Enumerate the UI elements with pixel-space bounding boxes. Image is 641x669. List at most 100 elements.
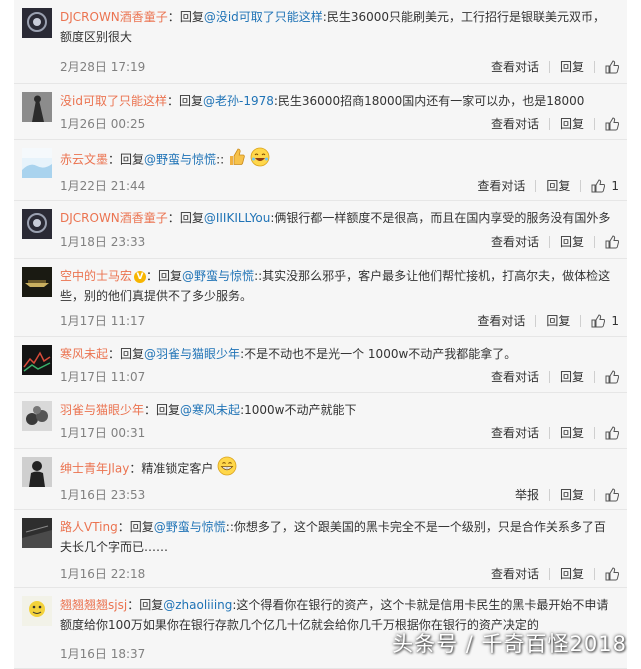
comment-item: 赤云文墨：回复@野蛮与惊慌:: 1月22日 21:44 查看对话 回复 1 [14, 140, 627, 201]
thumbs-up-icon [605, 235, 619, 249]
divider [548, 489, 550, 501]
comment-footer: 1月16日 22:18 查看对话 回复 [60, 564, 619, 584]
reply-button[interactable]: 回复 [560, 114, 584, 134]
mention-link[interactable]: @羽雀与猫眼少年 [144, 347, 240, 361]
avatar[interactable] [22, 267, 52, 297]
comment-time: 1月18日 23:33 [60, 235, 146, 249]
comment-time: 1月16日 23:53 [60, 488, 146, 502]
view-conversation-link[interactable]: 查看对话 [491, 114, 539, 134]
view-conversation-link[interactable]: 查看对话 [477, 311, 525, 331]
comment-text: DJCROWN酒香童子：回复@IIIKILLYou:俩银行都一样额度不是很高，而… [60, 211, 611, 225]
mention-link[interactable]: @野蛮与惊慌 [182, 269, 254, 283]
avatar[interactable] [22, 92, 52, 122]
divider [594, 61, 595, 73]
thumbs-up-icon [605, 488, 619, 502]
avatar[interactable] [22, 148, 52, 178]
comment-username[interactable]: 没id可取了只能这样 [60, 94, 167, 108]
comment-username[interactable]: 路人VTing [60, 520, 118, 534]
comment-time: 1月17日 00:31 [60, 426, 146, 440]
comment-time: 1月17日 11:07 [60, 370, 146, 384]
divider [548, 568, 550, 580]
reply-button[interactable]: 回复 [560, 423, 584, 443]
thumbs-up-icon [605, 370, 619, 384]
like-button[interactable] [605, 235, 619, 249]
comment-time: 1月26日 00:25 [60, 117, 146, 131]
divider [548, 118, 550, 130]
divider [535, 180, 537, 192]
view-conversation-link[interactable]: 查看对话 [491, 367, 539, 387]
mention-link[interactable]: @IIIKILLYou [204, 211, 271, 225]
reply-button[interactable]: 回复 [560, 232, 584, 252]
view-conversation-link[interactable]: 查看对话 [491, 423, 539, 443]
view-conversation-link[interactable]: 查看对话 [477, 176, 525, 196]
comment-item: 羽雀与猫眼少年：回复@寒风未起:1000w不动产就能下 1月17日 00:31 … [14, 393, 627, 449]
divider [548, 61, 550, 73]
reply-button[interactable]: 回复 [560, 485, 584, 505]
thumbs-up-icon [605, 117, 619, 131]
comment-username[interactable]: DJCROWN酒香童子 [60, 211, 168, 225]
like-button[interactable] [605, 117, 619, 131]
like-button[interactable] [605, 488, 619, 502]
like-button[interactable]: 1 [591, 311, 619, 331]
comment-username[interactable]: 羽雀与猫眼少年 [60, 403, 144, 417]
mention-link[interactable]: @没id可取了只能这样 [204, 10, 323, 24]
like-button[interactable]: 1 [591, 176, 619, 196]
mention-link[interactable]: @老孙-1978 [203, 94, 274, 108]
avatar[interactable] [22, 345, 52, 375]
thumbs-up-icon [605, 426, 619, 440]
reply-button[interactable]: 回复 [546, 311, 570, 331]
mention-link[interactable]: @野蛮与惊慌 [144, 153, 216, 167]
comment-text: 寒风未起：回复@羽雀与猫眼少年:不是不动也不是光一个 1000w不动产我都能拿了… [60, 347, 517, 361]
report-button[interactable]: 举报 [515, 485, 539, 505]
reply-button[interactable]: 回复 [560, 564, 584, 584]
divider [535, 315, 537, 327]
divider [594, 427, 595, 439]
view-conversation-link[interactable]: 查看对话 [491, 564, 539, 584]
mention-link[interactable]: @zhaoliiing [163, 598, 232, 612]
divider [548, 236, 550, 248]
reply-button[interactable]: 回复 [546, 176, 570, 196]
comment-item: 绅士青年Jlay：精准锁定客户 1月16日 23:53 举报 回复 [14, 449, 627, 510]
comment-item: 没id可取了只能这样：回复@老孙-1978:民生36000招商18000国内还有… [14, 84, 627, 140]
comment-text: DJCROWN酒香童子：回复@没id可取了只能这样:民生36000只能刷美元，工… [60, 10, 605, 44]
thumbs-up-emoji-icon [228, 147, 246, 173]
like-button[interactable] [605, 60, 619, 74]
comment-text: 绅士青年Jlay：精准锁定客户 [60, 456, 613, 482]
comment-username[interactable]: 绅士青年Jlay [60, 462, 129, 476]
divider [594, 489, 595, 501]
like-button[interactable] [605, 426, 619, 440]
comment-footer: 2月28日 17:19 查看对话 回复 [60, 57, 619, 77]
mention-link[interactable]: @野蛮与惊慌 [154, 520, 226, 534]
divider [594, 371, 595, 383]
avatar[interactable] [22, 457, 52, 487]
reply-button[interactable]: 回复 [560, 367, 584, 387]
comment-item: 路人VTing：回复@野蛮与惊慌::你想多了，这个跟美国的黑卡完全不是一个级别，… [14, 510, 627, 588]
comment-footer: 1月17日 00:31 查看对话 回复 [60, 423, 619, 443]
avatar[interactable] [22, 518, 52, 548]
comment-footer: 1月17日 11:17 查看对话 回复 1 [60, 311, 619, 331]
avatar[interactable] [22, 596, 52, 626]
comment-username[interactable]: 空中的士马宏 [60, 269, 132, 283]
divider [594, 568, 595, 580]
comment-time: 1月16日 18:37 [60, 647, 146, 661]
comment-footer: 1月18日 23:33 查看对话 回复 [60, 232, 619, 252]
divider [548, 427, 550, 439]
comment-username[interactable]: 翘翘翘翘sjsj [60, 598, 127, 612]
comment-footer: 1月17日 11:07 查看对话 回复 [60, 367, 619, 387]
comment-username[interactable]: DJCROWN酒香童子 [60, 10, 168, 24]
like-button[interactable] [605, 567, 619, 581]
comment-item: 寒风未起：回复@羽雀与猫眼少年:不是不动也不是光一个 1000w不动产我都能拿了… [14, 337, 627, 393]
comment-footer: 1月26日 00:25 查看对话 回复 [60, 114, 619, 134]
comment-username[interactable]: 赤云文墨 [60, 153, 108, 167]
avatar[interactable] [22, 209, 52, 239]
avatar[interactable] [22, 401, 52, 431]
view-conversation-link[interactable]: 查看对话 [491, 232, 539, 252]
avatar[interactable] [22, 8, 52, 38]
like-button[interactable] [605, 370, 619, 384]
comment-username[interactable]: 寒风未起 [60, 347, 108, 361]
comment-footer: 1月22日 21:44 查看对话 回复 1 [60, 176, 619, 196]
view-conversation-link[interactable]: 查看对话 [491, 57, 539, 77]
reply-button[interactable]: 回复 [560, 57, 584, 77]
mention-link[interactable]: @寒风未起 [180, 403, 240, 417]
divider [594, 118, 595, 130]
